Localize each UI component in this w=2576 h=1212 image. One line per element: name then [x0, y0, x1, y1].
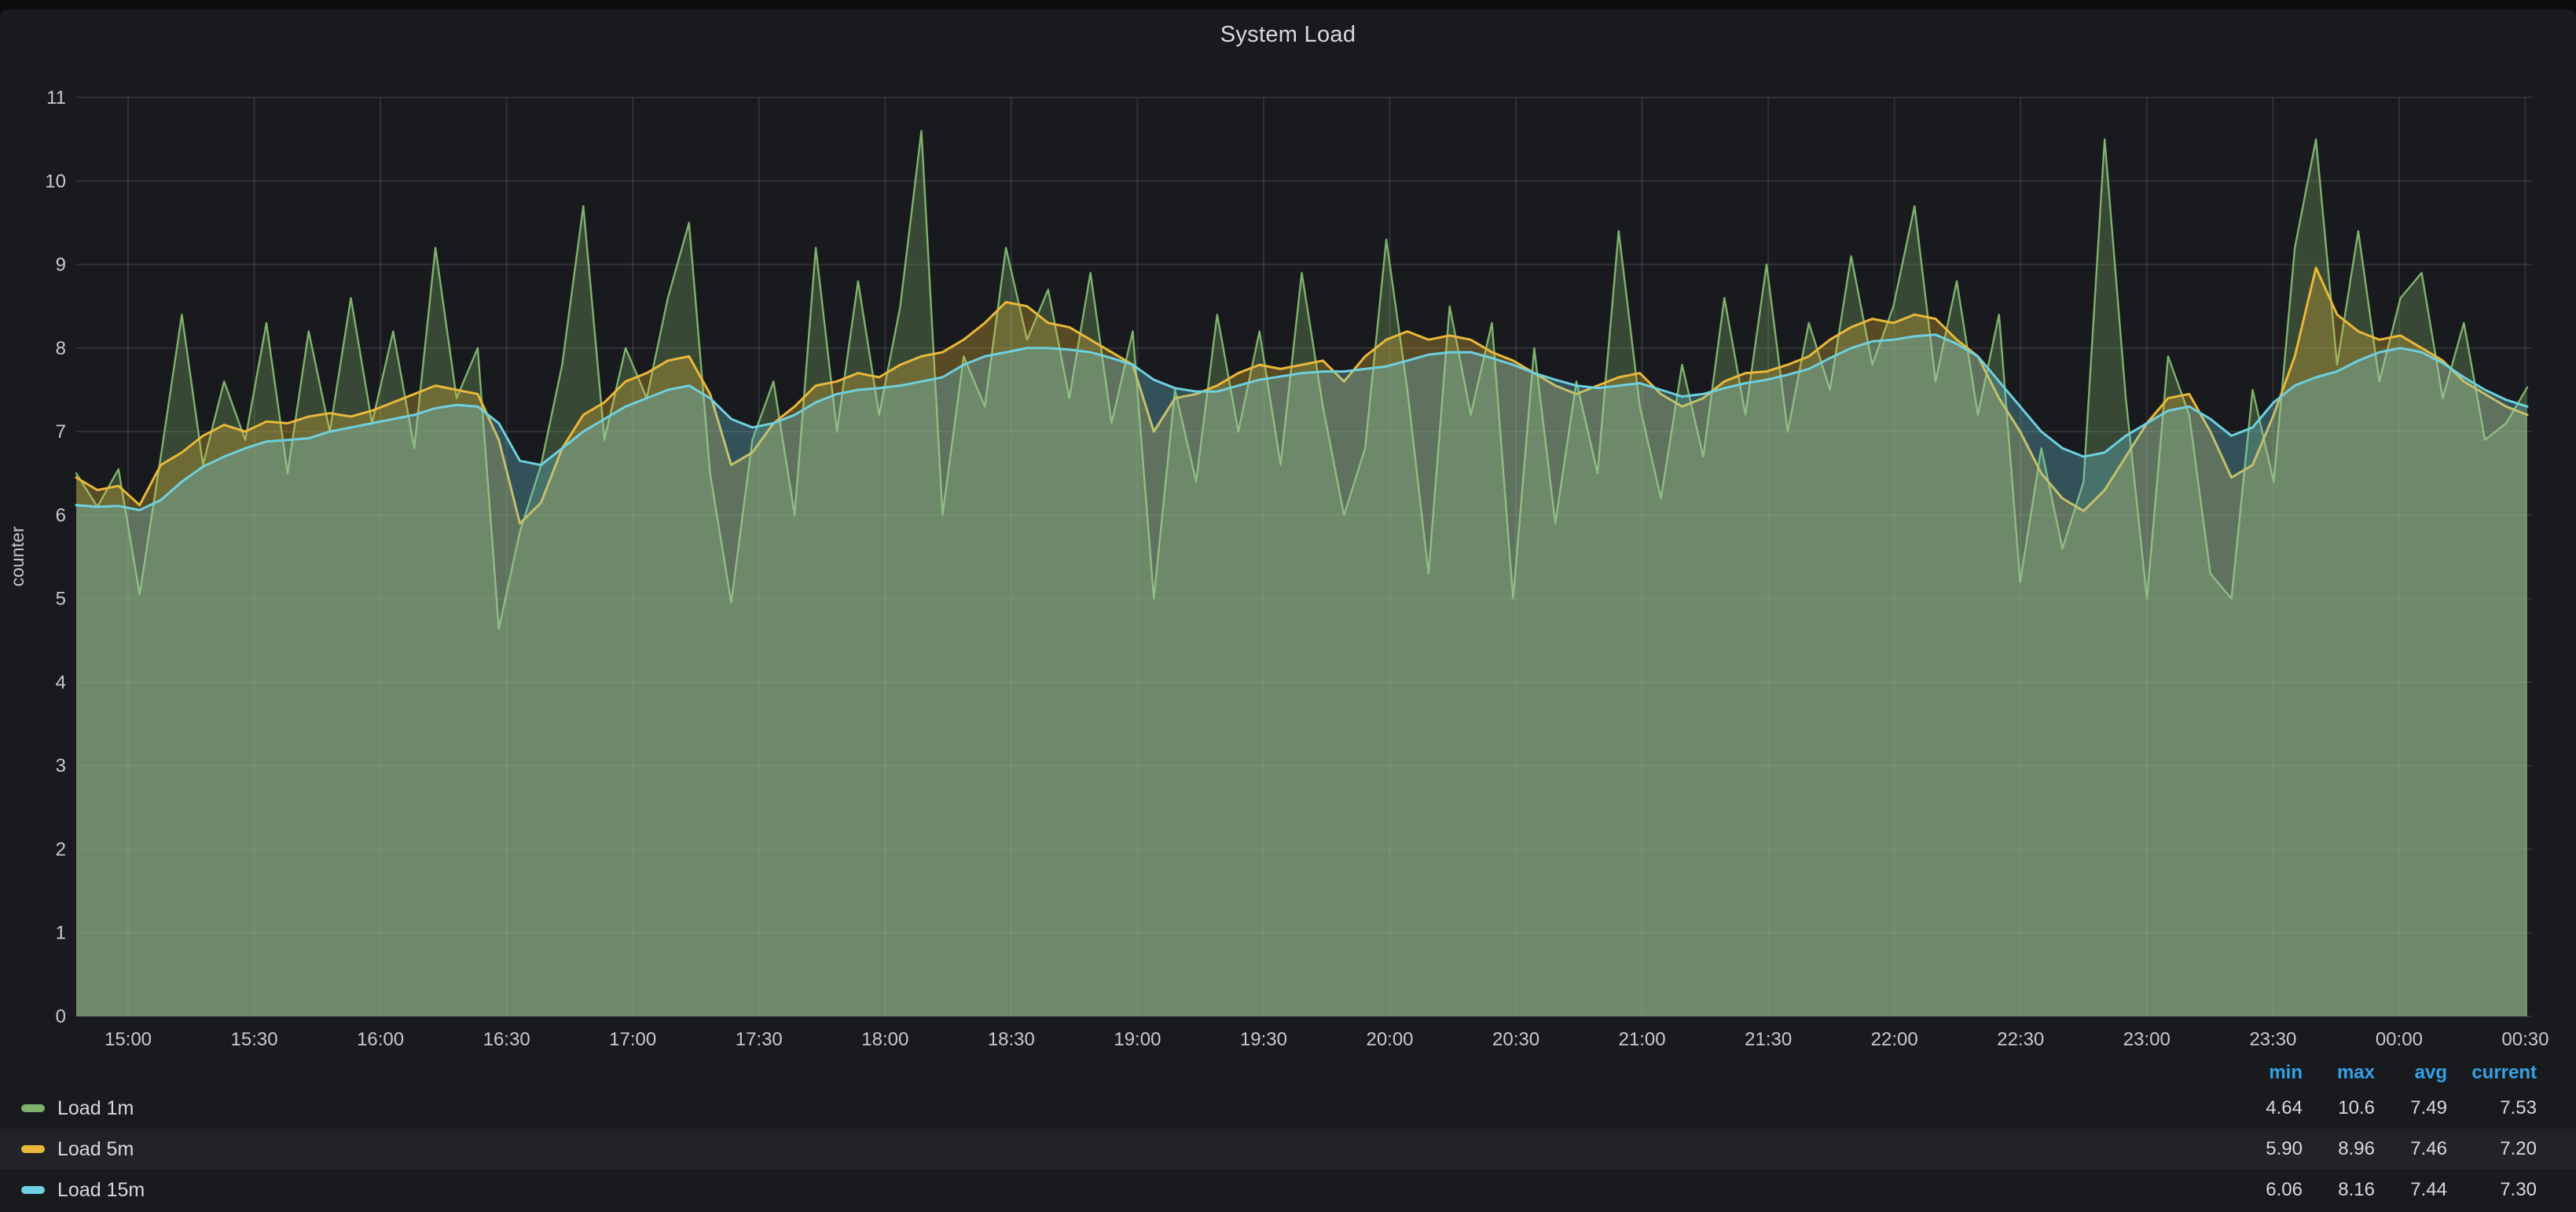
legend-row-load-5m[interactable]: Load 5m 5.90 8.96 7.46 7.20 — [0, 1129, 2576, 1170]
legend-header-current[interactable]: current — [2447, 1062, 2537, 1084]
series-label-load-5m[interactable]: Load 5m — [57, 1138, 134, 1161]
legend-row-load-1m[interactable]: Load 1m 4.64 10.6 7.49 7.53 — [0, 1088, 2576, 1129]
y-tick-label-2: 2 — [56, 839, 66, 860]
x-tick-label-20:00: 20:00 — [1366, 1029, 1413, 1050]
series-label-load-1m[interactable]: Load 1m — [57, 1097, 134, 1120]
legend-header-max[interactable]: max — [2303, 1062, 2375, 1084]
series-load-15m — [76, 335, 2527, 1016]
legend-header-avg[interactable]: avg — [2375, 1062, 2447, 1084]
stat-avg-load-1m: 7.49 — [2375, 1097, 2447, 1119]
stat-max-load-15m: 8.16 — [2303, 1179, 2375, 1201]
x-tick-label-23:30: 23:30 — [2249, 1029, 2296, 1050]
series-swatch-load-15m — [21, 1186, 45, 1194]
series-swatch-load-1m — [21, 1104, 45, 1112]
stat-current-load-5m: 7.20 — [2447, 1138, 2537, 1160]
x-tick-label-17:00: 17:00 — [609, 1029, 656, 1050]
stat-min-load-1m: 4.64 — [2230, 1097, 2303, 1119]
x-tick-label-21:30: 21:30 — [1745, 1029, 1792, 1050]
x-tick-label-19:30: 19:30 — [1240, 1029, 1287, 1050]
x-tick-label-17:30: 17:30 — [736, 1029, 783, 1050]
x-tick-label-18:30: 18:30 — [988, 1029, 1035, 1050]
x-tick-label-21:00: 21:00 — [1619, 1029, 1666, 1050]
y-tick-label-11: 11 — [46, 87, 66, 108]
y-tick-label-4: 4 — [56, 672, 66, 693]
y-tick-label-8: 8 — [56, 338, 66, 359]
legend-header-row: min max avg current — [0, 1058, 2576, 1088]
x-tick-label-20:30: 20:30 — [1492, 1029, 1539, 1050]
stat-min-load-5m: 5.90 — [2230, 1138, 2303, 1160]
stat-max-load-5m: 8.96 — [2303, 1138, 2375, 1160]
x-tick-label-22:00: 22:00 — [1871, 1029, 1918, 1050]
graph-panel: System Load 0123456789101115:0015:3016:0… — [0, 9, 2576, 1212]
y-tick-label-7: 7 — [56, 421, 66, 443]
series-swatch-load-5m — [21, 1145, 45, 1153]
y-axis-label: counter — [7, 526, 28, 586]
y-tick-label-0: 0 — [56, 1006, 66, 1027]
y-tick-label-5: 5 — [56, 589, 66, 610]
stat-avg-load-15m: 7.44 — [2375, 1179, 2447, 1201]
y-tick-label-10: 10 — [45, 171, 66, 192]
stat-current-load-1m: 7.53 — [2447, 1097, 2537, 1119]
x-tick-label-00:00: 00:00 — [2376, 1029, 2423, 1050]
y-tick-label-1: 1 — [56, 923, 66, 944]
y-tick-label-6: 6 — [56, 505, 66, 526]
series-label-load-15m[interactable]: Load 15m — [57, 1179, 145, 1202]
x-tick-label-19:00: 19:00 — [1114, 1029, 1161, 1050]
stat-max-load-1m: 10.6 — [2303, 1097, 2375, 1119]
legend-table: min max avg current Load 1m 4.64 10.6 7.… — [0, 1058, 2576, 1210]
x-tick-label-16:00: 16:00 — [357, 1029, 404, 1050]
legend-row-load-15m[interactable]: Load 15m 6.06 8.16 7.44 7.30 — [0, 1170, 2576, 1210]
time-series-chart[interactable]: 0 1 2 3 4 5 6 7 8 9 10 11 15:00 15:30 16:00 16:30 17:00 1… — [0, 9, 2576, 1067]
stat-current-load-15m: 7.30 — [2447, 1179, 2537, 1201]
x-tick-label-15:30: 15:30 — [231, 1029, 278, 1050]
x-tick-label-23:00: 23:00 — [2123, 1029, 2171, 1050]
x-tick-label-16:30: 16:30 — [483, 1029, 530, 1050]
y-tick-label-3: 3 — [56, 755, 66, 777]
x-tick-label-18:00: 18:00 — [861, 1029, 908, 1050]
x-tick-label-22:30: 22:30 — [1997, 1029, 2044, 1050]
y-tick-label-9: 9 — [56, 255, 66, 276]
series-area-load-15m — [76, 335, 2527, 1016]
stat-min-load-15m: 6.06 — [2230, 1179, 2303, 1201]
x-tick-label-00:30: 00:30 — [2501, 1029, 2548, 1050]
stat-avg-load-5m: 7.46 — [2375, 1138, 2447, 1160]
x-tick-label-15:00: 15:00 — [105, 1029, 152, 1050]
legend-header-min[interactable]: min — [2230, 1062, 2303, 1084]
